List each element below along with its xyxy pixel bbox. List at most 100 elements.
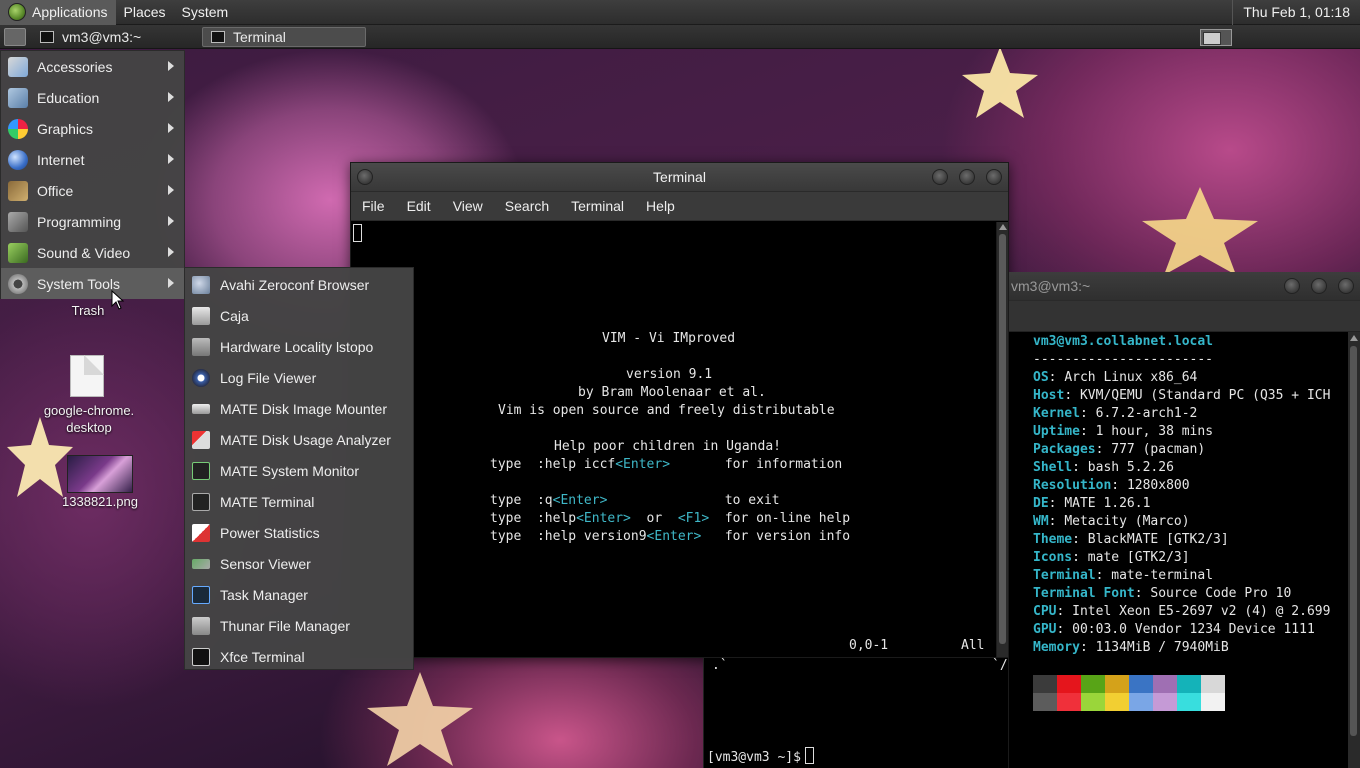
menu-item-power-statistics[interactable]: Power Statistics bbox=[185, 517, 413, 548]
image-thumbnail-icon[interactable] bbox=[67, 455, 133, 493]
help-key: <Enter> bbox=[552, 493, 608, 508]
vim-scrollbar[interactable] bbox=[996, 222, 1008, 657]
neofetch-window-titlebar[interactable]: vm3@vm3:~ bbox=[1009, 272, 1360, 301]
sysinfo-colon: : bbox=[1048, 370, 1065, 385]
close-icon[interactable] bbox=[1338, 278, 1354, 294]
color-palette-row bbox=[1033, 675, 1225, 693]
user-host: vm3@vm3.collabnet.local bbox=[1033, 334, 1214, 349]
globe-icon bbox=[8, 149, 28, 170]
vim-help-line: type :q<Enter> to exit bbox=[490, 492, 780, 510]
thunar-icon bbox=[192, 616, 210, 635]
window-title: vm3@vm3:~ bbox=[1011, 278, 1091, 294]
sysinfo-key: GPU bbox=[1033, 622, 1057, 637]
mate-logo-icon bbox=[8, 3, 26, 21]
color-swatch bbox=[1057, 675, 1081, 693]
bottom-terminal[interactable]: .` `/ [vm3@vm3 ~]$ bbox=[703, 658, 1008, 768]
menu-item-log-viewer[interactable]: Log File Viewer bbox=[185, 362, 413, 393]
menu-view[interactable]: View bbox=[442, 198, 494, 214]
applications-label: Applications bbox=[32, 4, 108, 20]
menu-item-avahi[interactable]: Avahi Zeroconf Browser bbox=[185, 269, 413, 300]
color-swatch bbox=[1153, 693, 1177, 711]
menu-item-lstopo[interactable]: Hardware Locality lstopo bbox=[185, 331, 413, 362]
file-icon[interactable] bbox=[70, 355, 104, 397]
menu-label: Thunar File Manager bbox=[220, 617, 350, 634]
menu-item-xfce-terminal[interactable]: Xfce Terminal bbox=[185, 641, 413, 672]
menu-item-education[interactable]: Education bbox=[1, 82, 184, 113]
menu-item-office[interactable]: Office bbox=[1, 175, 184, 206]
vim-ruler-position: 0,0-1 bbox=[849, 638, 889, 653]
menu-item-sound-video[interactable]: Sound & Video bbox=[1, 237, 184, 268]
applications-menu-button[interactable]: Applications bbox=[0, 0, 116, 25]
menu-file[interactable]: File bbox=[351, 198, 396, 214]
power-statistics-icon bbox=[192, 523, 210, 542]
menu-label: Education bbox=[37, 89, 100, 106]
sysinfo-line: Terminal: mate-terminal bbox=[1033, 567, 1213, 585]
menu-item-system-tools[interactable]: System Tools bbox=[1, 268, 184, 299]
menu-item-caja[interactable]: Caja bbox=[185, 300, 413, 331]
image-file-label[interactable]: 1338821.png bbox=[50, 493, 150, 510]
disk-icon bbox=[192, 403, 210, 414]
sysinfo-key: Terminal bbox=[1033, 568, 1096, 583]
menu-item-programming[interactable]: Programming bbox=[1, 206, 184, 237]
chrome-desktop-label[interactable]: google-chrome. desktop bbox=[30, 402, 148, 436]
system-label: System bbox=[181, 4, 229, 20]
sysinfo-colon: : bbox=[1064, 388, 1080, 403]
menu-item-sensor-viewer[interactable]: Sensor Viewer bbox=[185, 548, 413, 579]
vim-splash-version: version 9.1 bbox=[626, 367, 713, 382]
vim-splash-title: VIM - Vi IMproved bbox=[602, 331, 736, 346]
maximize-icon[interactable] bbox=[959, 169, 975, 185]
task-vm3-terminal[interactable]: vm3@vm3:~ bbox=[32, 27, 196, 47]
scroll-thumb[interactable] bbox=[999, 234, 1006, 644]
close-icon[interactable] bbox=[986, 169, 1002, 185]
menu-search[interactable]: Search bbox=[494, 198, 560, 214]
clock[interactable]: Thu Feb 1, 01:18 bbox=[1232, 0, 1360, 25]
menu-item-thunar[interactable]: Thunar File Manager bbox=[185, 610, 413, 641]
menu-label: Caja bbox=[220, 307, 249, 324]
sysinfo-line: Memory: 1134MiB / 7940MiB bbox=[1033, 639, 1229, 657]
workspace-switcher[interactable] bbox=[1200, 29, 1232, 46]
menu-edit[interactable]: Edit bbox=[396, 198, 442, 214]
menu-item-graphics[interactable]: Graphics bbox=[1, 113, 184, 144]
graphics-icon bbox=[8, 118, 28, 139]
chevron-right-icon bbox=[168, 247, 174, 257]
sysinfo-value: 1280x800 bbox=[1126, 478, 1190, 493]
show-desktop-button[interactable] bbox=[4, 27, 26, 46]
terminal-icon bbox=[192, 492, 210, 511]
color-swatch bbox=[1057, 693, 1081, 711]
vim-splash-help-poor: Help poor children in Uganda! bbox=[554, 439, 781, 454]
places-menu-button[interactable]: Places bbox=[116, 0, 174, 25]
menu-item-disk-image-mounter[interactable]: MATE Disk Image Mounter bbox=[185, 393, 413, 424]
menu-item-task-manager[interactable]: Task Manager bbox=[185, 579, 413, 610]
vim-window-titlebar[interactable]: Terminal bbox=[351, 163, 1008, 192]
neofetch-menubar bbox=[1009, 301, 1360, 332]
menu-help[interactable]: Help bbox=[635, 198, 686, 214]
trash-label[interactable]: Trash bbox=[58, 302, 118, 319]
system-menu-button[interactable]: System bbox=[174, 0, 237, 25]
help-key: <Enter> bbox=[576, 511, 631, 526]
menu-label: Accessories bbox=[37, 58, 113, 75]
chevron-right-icon bbox=[168, 61, 174, 71]
minimize-icon[interactable] bbox=[1284, 278, 1300, 294]
menu-item-internet[interactable]: Internet bbox=[1, 144, 184, 175]
scroll-thumb[interactable] bbox=[1350, 346, 1357, 736]
maximize-icon[interactable] bbox=[1311, 278, 1327, 294]
help-text: type :help iccf bbox=[490, 457, 616, 472]
menu-item-mate-terminal[interactable]: MATE Terminal bbox=[185, 486, 413, 517]
menu-label: Programming bbox=[37, 213, 122, 230]
log-viewer-icon bbox=[192, 368, 210, 387]
gear-icon bbox=[8, 273, 28, 294]
menu-terminal[interactable]: Terminal bbox=[560, 198, 635, 214]
window-menu-icon[interactable] bbox=[357, 169, 373, 185]
menu-label: Log File Viewer bbox=[220, 369, 317, 386]
menu-item-system-monitor[interactable]: MATE System Monitor bbox=[185, 455, 413, 486]
minimize-icon[interactable] bbox=[932, 169, 948, 185]
sysinfo-colon: : bbox=[1048, 514, 1065, 529]
menu-item-accessories[interactable]: Accessories bbox=[1, 51, 184, 82]
task-terminal[interactable]: Terminal bbox=[202, 26, 366, 47]
vim-text-area[interactable]: VIM - Vi IMproved version 9.1 by Bram Mo… bbox=[351, 222, 997, 657]
sysinfo-value: 00:03.0 Vendor 1234 Device 1111 bbox=[1072, 622, 1315, 637]
sysinfo-line: Icons: mate [GTK2/3] bbox=[1033, 549, 1190, 567]
neofetch-scrollbar[interactable] bbox=[1348, 332, 1360, 768]
menu-item-disk-usage[interactable]: MATE Disk Usage Analyzer bbox=[185, 424, 413, 455]
sysinfo-key: Memory bbox=[1033, 640, 1080, 655]
